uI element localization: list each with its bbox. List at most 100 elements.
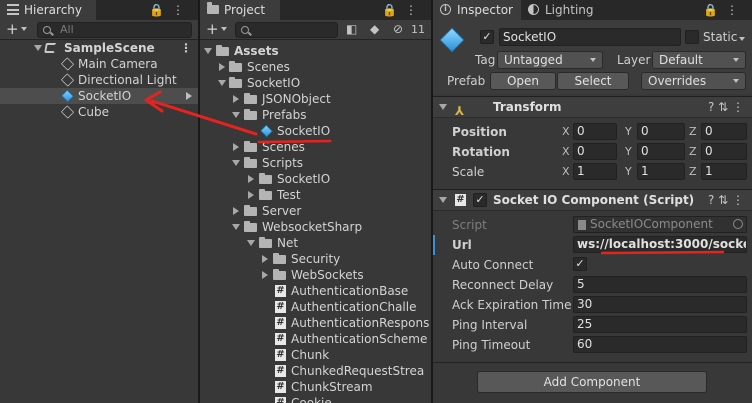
expand-triangle-icon[interactable] — [34, 45, 42, 51]
collapsed-triangle-icon[interactable] — [233, 95, 239, 103]
transform-header[interactable]: ⅄ Transform ? ⇅ ⋮ — [433, 96, 752, 118]
position-z-field[interactable]: 0 — [701, 123, 747, 140]
add-icon[interactable]: + — [6, 20, 19, 39]
tab-hierarchy[interactable]: Hierarchy — [0, 0, 96, 20]
project-item-script[interactable]: # Cookie — [200, 395, 431, 403]
ping-timeout-field[interactable]: 60 — [573, 336, 747, 353]
project-item-script[interactable]: # AuthenticationRespons — [200, 315, 431, 331]
scene-row[interactable]: SampleScene ⋮ — [0, 40, 198, 56]
project-item-socketio-prefab[interactable]: SocketIO — [200, 123, 431, 139]
rotation-x-field[interactable]: 0 — [573, 143, 617, 160]
prefab-select-button[interactable]: Select — [557, 72, 629, 90]
chevron-right-icon[interactable] — [186, 92, 192, 100]
rotation-y-field[interactable]: 0 — [637, 143, 685, 160]
hierarchy-item-socketio[interactable]: SocketIO — [0, 88, 198, 104]
expand-triangle-icon[interactable] — [439, 197, 447, 203]
object-picker-icon[interactable] — [733, 219, 743, 229]
position-x-field[interactable]: 0 — [573, 123, 617, 140]
project-item-net[interactable]: Net — [200, 235, 431, 251]
add-component-button[interactable]: Add Component — [477, 371, 707, 393]
rotation-z-field[interactable]: 0 — [701, 143, 747, 160]
add-icon[interactable]: + — [206, 20, 219, 39]
socketio-component-header[interactable]: # ✓ Socket IO Component (Script) ? ⇅ ⋮ — [433, 189, 752, 211]
position-y-field[interactable]: 0 — [637, 123, 685, 140]
chevron-down-icon[interactable] — [221, 27, 227, 31]
project-item-websockets[interactable]: WebSockets — [200, 267, 431, 283]
project-tab-tools[interactable]: 🔒⋮ — [382, 3, 425, 17]
expand-triangle-icon[interactable] — [439, 104, 447, 110]
project-item-jsonobject[interactable]: JSONObject — [200, 91, 431, 107]
scene-name: SampleScene — [64, 41, 155, 55]
auto-connect-checkbox[interactable]: ✓ — [573, 257, 587, 271]
component-enabled-checkbox[interactable]: ✓ — [473, 193, 487, 207]
expand-triangle-icon[interactable] — [232, 160, 240, 166]
project-item-script[interactable]: # ChunkedRequestStrea — [200, 363, 431, 379]
project-item-scenes-2[interactable]: Scenes — [200, 139, 431, 155]
collapsed-triangle-icon[interactable] — [233, 207, 239, 215]
object-name-field[interactable]: SocketIO — [499, 28, 681, 46]
collapsed-triangle-icon[interactable] — [248, 191, 254, 199]
static-checkbox[interactable] — [685, 30, 699, 44]
project-item-script[interactable]: # AuthenticationScheme — [200, 331, 431, 347]
hierarchy-item-main-camera[interactable]: Main Camera — [0, 56, 198, 72]
project-item-script[interactable]: # ChunkStream — [200, 379, 431, 395]
collapsed-triangle-icon[interactable] — [262, 255, 268, 263]
tag-icon[interactable]: ◆ — [370, 22, 379, 36]
inspector-tab-tools[interactable]: 🔒⋮ — [703, 3, 746, 17]
project-item-security[interactable]: Security — [200, 251, 431, 267]
ack-expiration-field[interactable]: 30 — [573, 296, 747, 313]
project-item-test[interactable]: Test — [200, 187, 431, 203]
chevron-down-icon[interactable] — [21, 27, 27, 31]
expand-triangle-icon[interactable] — [204, 48, 212, 54]
collapsed-triangle-icon[interactable] — [248, 175, 254, 183]
hidden-eye-icon[interactable]: ⊘ — [393, 22, 403, 36]
more-icon[interactable]: ⋮ — [180, 40, 192, 56]
project-item-script[interactable]: # AuthenticationBase — [200, 283, 431, 299]
active-checkbox[interactable]: ✓ — [480, 30, 494, 44]
z-axis-label: Z — [689, 165, 697, 178]
collapsed-triangle-icon[interactable] — [262, 271, 268, 279]
prefab-overrides-dropdown[interactable]: Overrides — [641, 72, 746, 90]
collapsed-triangle-icon[interactable] — [219, 63, 225, 71]
tab-lighting[interactable]: Lighting — [521, 0, 613, 20]
tab-inspector[interactable]: i Inspector — [433, 0, 521, 20]
expand-triangle-icon[interactable] — [247, 240, 255, 246]
hierarchy-item-cube[interactable]: Cube — [0, 104, 198, 120]
scale-y-field[interactable]: 1 — [637, 163, 685, 180]
project-item-script[interactable]: # AuthenticationChalle — [200, 299, 431, 315]
component-tools[interactable]: ? ⇅ ⋮ — [708, 97, 744, 118]
component-tools[interactable]: ? ⇅ ⋮ — [708, 190, 744, 211]
tab-project[interactable]: Project — [200, 0, 280, 20]
expand-triangle-icon[interactable] — [232, 224, 240, 230]
project-item-prefabs[interactable]: Prefabs — [200, 107, 431, 123]
prefab-open-button[interactable]: Open — [490, 72, 556, 90]
project-item-label: Security — [291, 252, 341, 266]
project-item-server[interactable]: Server — [200, 203, 431, 219]
layer-dropdown[interactable]: Default — [652, 51, 746, 69]
hierarchy-item-label: Cube — [78, 105, 109, 119]
url-field[interactable]: ws://localhost:3000/socket.i — [573, 236, 747, 253]
reconnect-delay-field[interactable]: 5 — [573, 276, 747, 293]
ping-interval-field[interactable]: 25 — [573, 316, 747, 333]
hierarchy-item-directional-light[interactable]: Directional Light — [0, 72, 198, 88]
hierarchy-item-label: Directional Light — [78, 73, 177, 87]
expand-triangle-icon[interactable] — [218, 80, 226, 86]
hierarchy-search-input[interactable]: All — [37, 22, 192, 38]
static-dropdown-icon[interactable] — [739, 37, 745, 41]
hierarchy-tab-tools[interactable]: 🔒⋮ — [149, 3, 192, 17]
project-item-script[interactable]: # Chunk — [200, 347, 431, 363]
filter-type-icon[interactable]: ◧ — [346, 22, 357, 36]
project-item-scenes[interactable]: Scenes — [200, 59, 431, 75]
collapsed-triangle-icon[interactable] — [233, 143, 239, 151]
tag-dropdown[interactable]: Untagged — [497, 51, 603, 69]
scale-x-field[interactable]: 1 — [573, 163, 617, 180]
folder-icon — [244, 157, 257, 168]
project-item-scripts[interactable]: Scripts — [200, 155, 431, 171]
scale-z-field[interactable]: 1 — [701, 163, 747, 180]
expand-triangle-icon[interactable] — [232, 112, 240, 118]
project-item-assets[interactable]: Assets — [200, 43, 431, 59]
project-item-scripts-socketio[interactable]: SocketIO — [200, 171, 431, 187]
project-item-socketio-folder[interactable]: SocketIO — [200, 75, 431, 91]
project-search-input[interactable] — [235, 22, 338, 38]
project-item-websocketsharp[interactable]: WebsocketSharp — [200, 219, 431, 235]
